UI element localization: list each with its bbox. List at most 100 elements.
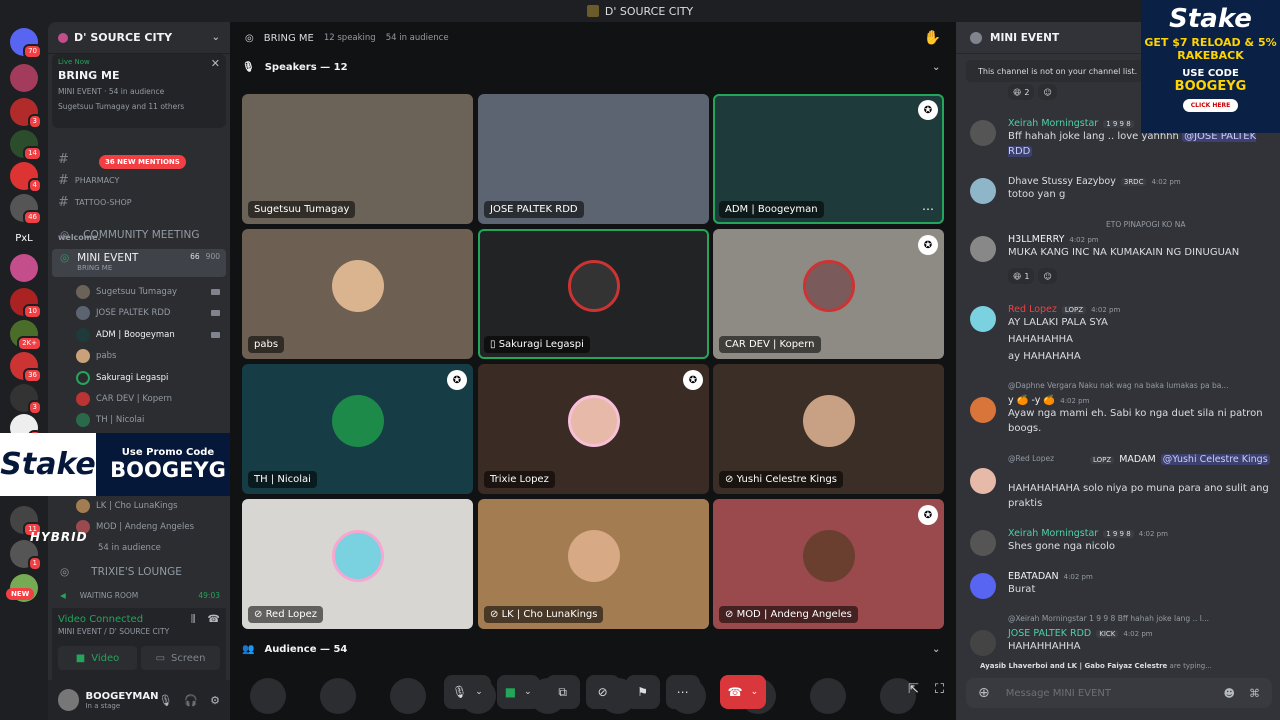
discord-home-icon[interactable]: 70 — [10, 28, 42, 59]
speaker-tile[interactable]: ⊘ Yushi Celestre Kings — [713, 364, 944, 494]
message-author[interactable]: JOSE PALTEK RDD — [1008, 628, 1091, 639]
channel-tattoo-shop[interactable]: # TATTOO-SHOP — [58, 195, 132, 210]
avatar[interactable] — [390, 678, 426, 714]
speaker-tile[interactable]: ✪ Trixie Lopez — [478, 364, 709, 494]
disconnect-icon[interactable]: ☎ — [208, 614, 220, 625]
speaker-tile[interactable]: ✪ ⊘ MOD | Andeng Angeles — [713, 499, 944, 629]
reply-preview[interactable]: ETO PINAPOGI KO NA — [1106, 220, 1185, 229]
screen-share-button[interactable]: ▭ Screen — [141, 646, 220, 670]
server-icon-pxl[interactable]: PxL — [10, 224, 38, 252]
server-header[interactable]: D' SOURCE CITY ⌄ — [48, 22, 230, 54]
more-options-button[interactable]: ⋯ — [665, 675, 700, 709]
server-icon[interactable] — [10, 254, 38, 282]
chat-message[interactable]: LOPZ MADAM @Yushi Celestre Kings HAHAHAHAH… — [970, 454, 1270, 511]
server-icon[interactable]: 46 — [10, 194, 42, 225]
channel-mini-event[interactable]: ◎ MINI EVENT BRING ME 66 900 — [52, 249, 226, 277]
gear-icon[interactable]: ⚙ — [210, 694, 220, 707]
audience-count[interactable]: 54 in audience — [98, 538, 248, 557]
audience-header[interactable]: 👥 Audience — 54 ⌄ — [242, 644, 940, 655]
server-icon[interactable]: 1 — [10, 540, 42, 571]
chat-message[interactable]: Xeirah Morningstar 1 9 9 8 4:02 pm Shes go… — [970, 528, 1270, 556]
speaker-tile[interactable]: ⊘ LK | Cho LunaKings — [478, 499, 709, 629]
voice-user[interactable]: Sakuragi Legaspi — [76, 368, 226, 387]
microphone-button[interactable]: 🎙 ⌄ — [444, 675, 491, 709]
stake-promo-ad[interactable]: Stake GET $7 RELOAD & 5% RAKEBACK USE CO… — [1141, 0, 1280, 133]
stake-promo-banner[interactable]: Stake Use Promo Code BOOGEYG — [0, 433, 240, 496]
channel-pharmacy[interactable]: # PHARMACY — [58, 173, 119, 188]
voice-user[interactable]: TH | Nicolai — [76, 410, 226, 429]
server-icon[interactable]: 3 — [10, 384, 42, 415]
reaction[interactable]: 😆 2 — [1008, 84, 1035, 100]
gamepad-icon[interactable]: ⌘ — [1249, 687, 1260, 700]
reaction[interactable]: 😆 1 — [1008, 268, 1035, 284]
server-icon[interactable]: 36 — [10, 352, 42, 383]
chat-message[interactable]: y 🍊 -y 🍊 4:02 pm Ayaw nga mami eh. Sabi k… — [970, 395, 1270, 436]
channel-waiting-room[interactable]: ◀ WAITING ROOM 49:03 — [52, 584, 226, 606]
voice-user[interactable]: LK | Cho LunaKings — [76, 496, 226, 515]
avatar[interactable] — [250, 678, 286, 714]
more-icon[interactable]: ⋯ — [922, 202, 934, 216]
speaker-tile[interactable]: JOSE PALTEK RDD — [478, 94, 709, 224]
chat-message[interactable]: Red Lopez LOPZ 4:02 pm AY LALAKI PALA SYA … — [970, 304, 1270, 364]
speakers-header[interactable]: 🎙 Speakers — 12 ⌄ — [242, 62, 940, 73]
reply-preview[interactable]: @Xeirah Morningstar 1 9 9 8 Bff hahah jo… — [1008, 614, 1209, 623]
message-author[interactable]: Red Lopez — [1008, 304, 1057, 315]
avatar[interactable] — [320, 678, 356, 714]
speaker-tile[interactable]: ▯ Sakuragi Legaspi — [478, 229, 709, 359]
voice-user[interactable]: CAR DEV | Kopern — [76, 389, 226, 408]
speaker-tile[interactable]: Sugetsuu Tumagay — [242, 94, 473, 224]
voice-location[interactable]: MINI EVENT / D' SOURCE CITY — [58, 627, 169, 636]
popout-icon[interactable]: ⇱ — [908, 682, 919, 697]
speaker-tile[interactable]: ✪ CAR DEV | Kopern — [713, 229, 944, 359]
raise-hand-icon[interactable]: ✋ — [924, 30, 941, 46]
speaker-tile[interactable]: ✪ TH | Nicolai — [242, 364, 473, 494]
channel-trixies-lounge[interactable]: ◎ TRIXIE'S LOUNGE — [52, 561, 226, 583]
user-mention[interactable]: @Yushi Celestre Kings — [1160, 454, 1270, 465]
add-attachment-icon[interactable]: ⊕ — [978, 685, 990, 701]
server-icon[interactable] — [10, 64, 38, 92]
message-author[interactable]: EBATADAN — [1008, 571, 1059, 582]
live-stage-card[interactable]: Live Now BRING ME MINI EVENT · 54 in aud… — [52, 54, 226, 128]
message-author[interactable]: Xeirah Morningstar — [1008, 118, 1098, 129]
voice-user[interactable]: MOD | Andeng Angeles — [76, 517, 226, 536]
add-reaction[interactable]: ☺ — [1038, 268, 1057, 284]
chat-message[interactable]: JOSE PALTEK RDD KICK 4:02 pm HAHAHHAHHA — [970, 628, 1270, 656]
chat-message[interactable]: EBATADAN 4:02 pm Burat — [970, 571, 1270, 599]
avatar[interactable] — [810, 678, 846, 714]
server-icon[interactable]: 4 — [10, 162, 42, 193]
server-icon[interactable]: 2K+ — [10, 320, 42, 351]
camera-button[interactable]: ■ ⌄ — [496, 675, 540, 709]
headset-icon[interactable]: 🎧 — [184, 694, 198, 707]
message-author[interactable]: y 🍊 -y 🍊 — [1008, 395, 1055, 406]
message-author[interactable]: Xeirah Morningstar — [1008, 528, 1098, 539]
screen-share-button[interactable]: ⧉ — [545, 675, 580, 709]
chat-message[interactable]: Dhave Stussy Eazyboy 3RDC 4:02 pm totoo ya… — [970, 176, 1270, 204]
speaker-tile[interactable]: pabs — [242, 229, 473, 359]
reply-preview[interactable]: @Daphne Vergara Naku nak wag na baka lum… — [1008, 381, 1228, 390]
channel-hidden[interactable]: # — [58, 152, 69, 167]
message-author[interactable]: Dhave Stussy Eazyboy — [1008, 176, 1116, 187]
activities-button[interactable]: ⚑ — [625, 675, 660, 709]
chat-input[interactable]: ⊕ Message MINI EVENT ☻ ⌘ — [966, 678, 1272, 708]
new-mentions-badge[interactable]: 36 NEW MENTIONS — [99, 155, 186, 169]
server-icon[interactable]: 14 — [10, 130, 42, 161]
fullscreen-icon[interactable]: ⛶ — [935, 682, 944, 697]
sticker-icon[interactable]: ☻ — [1224, 687, 1235, 700]
voice-user[interactable]: JOSE PALTEK RDD — [76, 303, 226, 322]
click-here-button[interactable]: CLICK HERE — [1182, 99, 1239, 112]
chat-message[interactable]: H3LLMERRY 4:02 pm MUKA KANG INC NA KUMAKA… — [970, 234, 1270, 262]
channel-community-meeting[interactable]: ◎ COMMUNITY MEETING — [52, 224, 226, 246]
video-button[interactable]: ■ Video — [58, 646, 137, 670]
avatar[interactable] — [58, 689, 80, 711]
noise-suppression-icon[interactable]: ⫼ — [191, 614, 196, 625]
close-icon[interactable]: ✕ — [211, 57, 220, 70]
message-author[interactable]: MADAM — [1119, 454, 1156, 465]
speaker-tile[interactable]: ⊘ Red Lopez — [242, 499, 473, 629]
voice-user[interactable]: ADM | Boogeyman — [76, 325, 226, 344]
message-author[interactable]: H3LLMERRY — [1008, 234, 1064, 245]
move-to-audience-button[interactable]: ⊘ — [585, 675, 620, 709]
voice-user[interactable]: Sugetsuu Tumagay — [76, 282, 226, 301]
microphone-icon[interactable]: 🎙 — [158, 694, 172, 707]
leave-stage-button[interactable]: ☎ ⌄ — [719, 675, 767, 709]
server-icon[interactable]: 3 — [10, 98, 42, 129]
